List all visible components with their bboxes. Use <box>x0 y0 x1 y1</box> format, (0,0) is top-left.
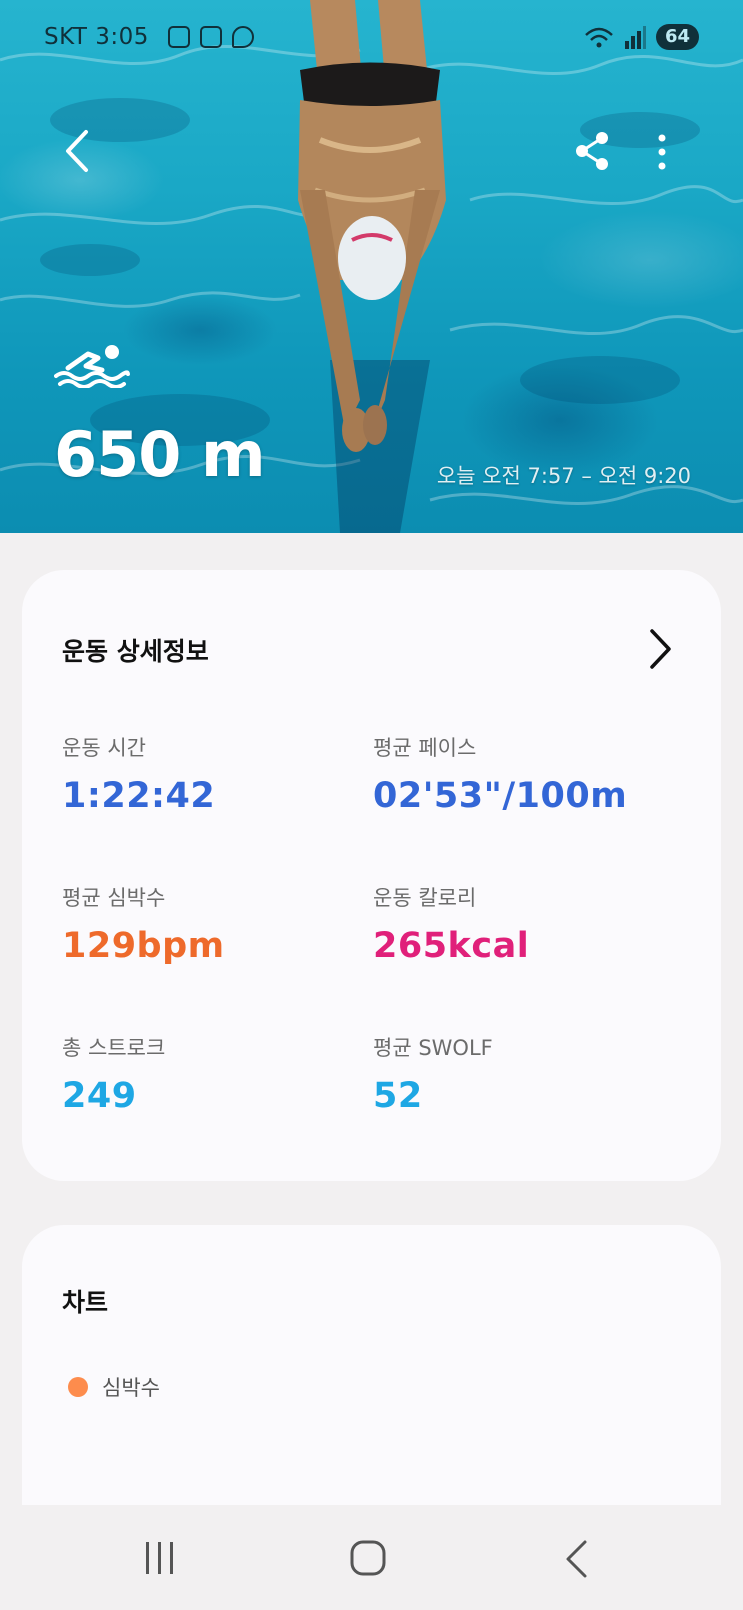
metric-value: 265kcal <box>373 926 530 966</box>
recent-apps-icon[interactable] <box>142 1539 178 1577</box>
distance-value: 650 m <box>54 418 266 491</box>
metric-value: 129bpm <box>62 926 225 966</box>
chart-card-title: 차트 <box>62 1288 109 1317</box>
metric-value: 249 <box>62 1076 137 1116</box>
status-bar: SKT 3:05 64 <box>0 0 743 80</box>
metric-value: 02'53"/100m <box>373 776 628 816</box>
battery-indicator: 64 <box>655 24 699 50</box>
metric-value: 52 <box>373 1076 423 1116</box>
metric-value: 1:22:42 <box>62 776 216 816</box>
metric-label: 운동 칼로리 <box>373 886 477 910</box>
wifi-5g-icon <box>585 27 613 48</box>
hero-banner: SKT 3:05 64 650 m 오늘 오전 7:57 – 오전 9:20 <box>0 0 743 533</box>
instagram-icon <box>200 26 222 48</box>
signal-icon <box>624 26 646 49</box>
metric-average-heart-rate: 평균 심박수 129bpm <box>62 882 225 966</box>
more-options-icon[interactable] <box>652 132 672 172</box>
metric-calories: 운동 칼로리 265kcal <box>373 882 529 966</box>
home-icon[interactable] <box>349 1539 387 1577</box>
back-icon[interactable] <box>563 1539 589 1579</box>
chevron-right-icon[interactable] <box>645 626 675 672</box>
metric-label: 운동 시간 <box>62 736 146 760</box>
details-card-title: 운동 상세정보 <box>62 637 209 666</box>
metric-average-swolf: 평균 SWOLF 52 <box>373 1032 493 1116</box>
metric-label: 총 스트로크 <box>62 1036 166 1060</box>
workout-details-card[interactable]: 운동 상세정보 운동 시간 1:22:42 평균 페이스 02'53"/100m… <box>22 570 721 1181</box>
legend-dot-heart-rate <box>68 1377 88 1397</box>
metric-label: 평균 심박수 <box>62 886 166 910</box>
metric-average-pace: 평균 페이스 02'53"/100m <box>373 732 627 816</box>
workout-time-range: 오늘 오전 7:57 – 오전 9:20 <box>436 464 691 488</box>
system-navigation-bar <box>0 1505 743 1610</box>
metric-label: 평균 SWOLF <box>373 1036 493 1060</box>
carrier-time: SKT 3:05 <box>44 24 149 50</box>
swimming-icon <box>54 345 130 388</box>
metric-total-strokes: 총 스트로크 249 <box>62 1032 165 1116</box>
chart-legend: 심박수 <box>68 1372 160 1402</box>
metric-label: 평균 페이스 <box>373 736 477 760</box>
messenger-icon <box>232 26 254 48</box>
notification-app-icon <box>168 26 190 48</box>
share-icon[interactable] <box>574 130 612 172</box>
legend-label-heart-rate: 심박수 <box>102 1376 160 1400</box>
back-arrow-icon[interactable] <box>56 126 96 176</box>
metric-workout-time: 운동 시간 1:22:42 <box>62 732 215 816</box>
